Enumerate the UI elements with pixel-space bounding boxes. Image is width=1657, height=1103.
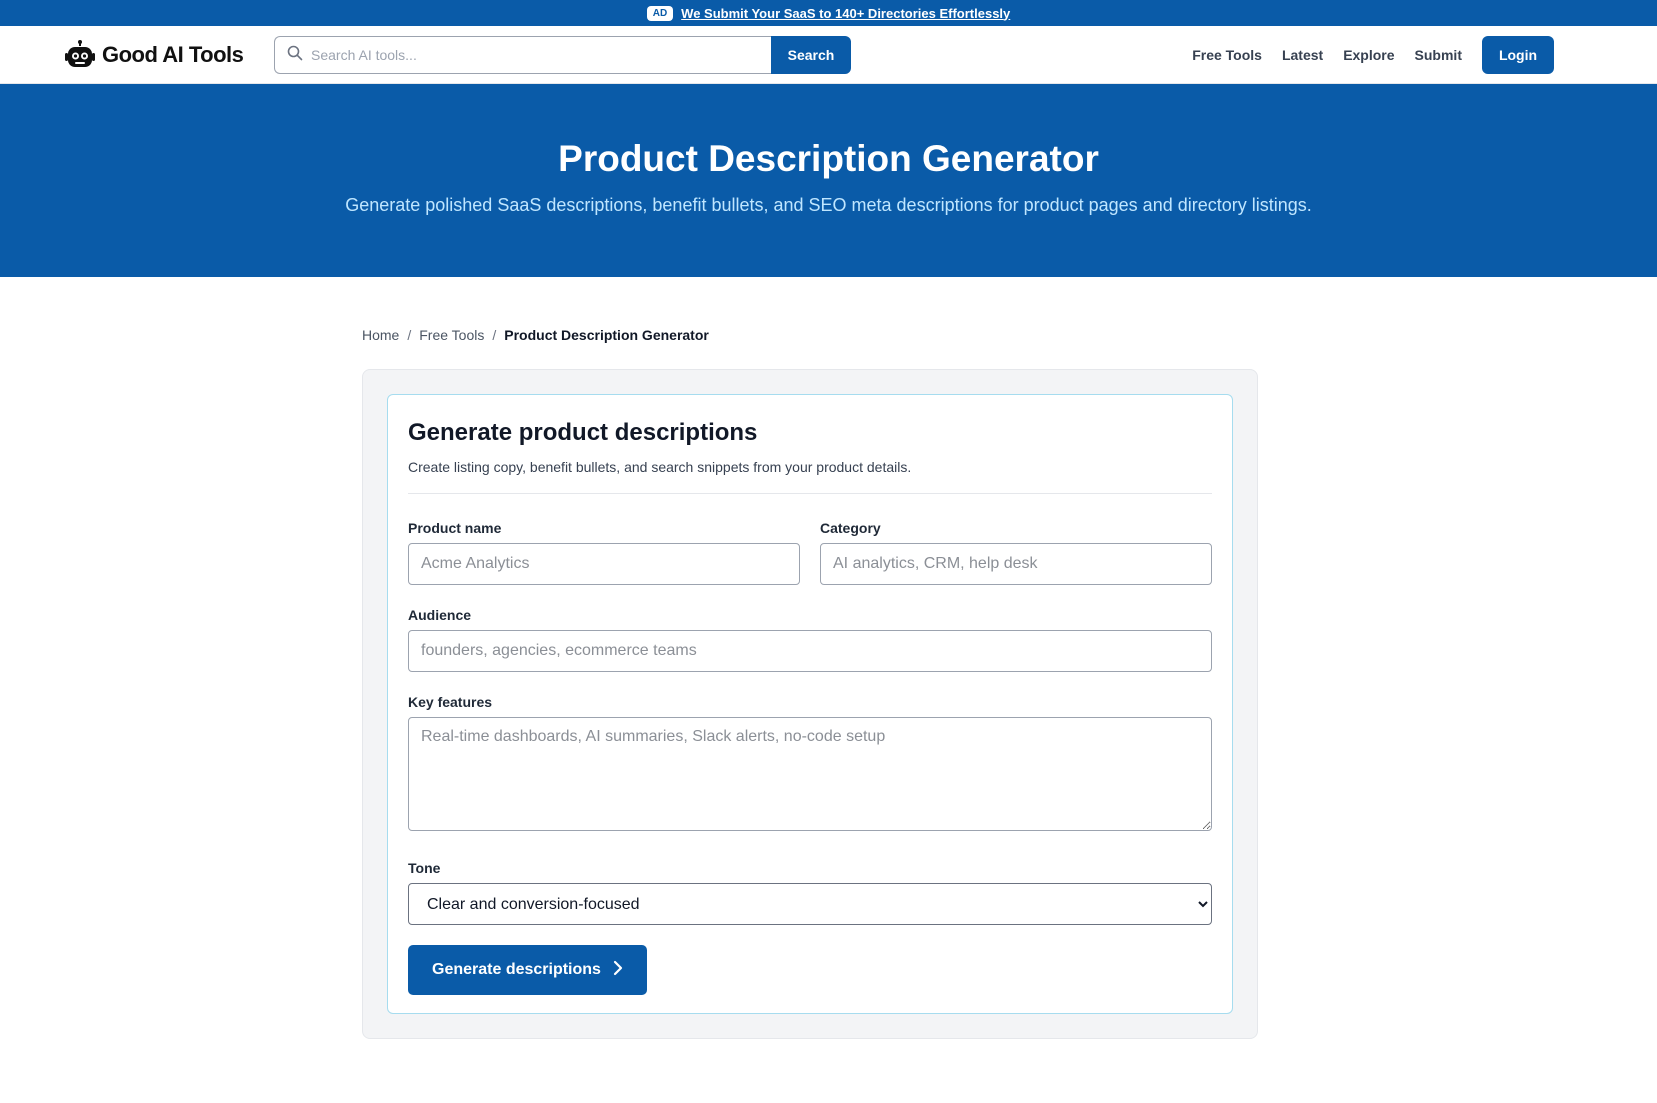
page-subtitle: Generate polished SaaS descriptions, ben… bbox=[345, 195, 1312, 215]
breadcrumb-separator: / bbox=[407, 327, 412, 343]
search-input[interactable] bbox=[311, 47, 751, 63]
search-box bbox=[274, 36, 771, 74]
ad-badge: AD bbox=[646, 5, 674, 21]
divider bbox=[408, 493, 1212, 494]
generate-button-label: Generate descriptions bbox=[432, 961, 601, 978]
key-features-label: Key features bbox=[408, 694, 493, 710]
search-icon bbox=[287, 45, 303, 66]
audience-field-group: Audience bbox=[408, 607, 1212, 672]
chevron-right-icon bbox=[613, 960, 623, 981]
nav-explore[interactable]: Explore bbox=[1343, 47, 1394, 63]
site-header: Good AI Tools Search Free Tools Latest E… bbox=[0, 26, 1657, 84]
nav-free-tools[interactable]: Free Tools bbox=[1192, 47, 1262, 63]
tone-select[interactable]: Clear and conversion-focused bbox=[408, 883, 1212, 925]
audience-label: Audience bbox=[408, 607, 472, 623]
breadcrumb: Home / Free Tools / Product Description … bbox=[362, 327, 709, 343]
login-button[interactable]: Login bbox=[1482, 36, 1554, 74]
nav-latest[interactable]: Latest bbox=[1282, 47, 1323, 63]
generator-form: Generate product descriptions Create lis… bbox=[387, 394, 1233, 1014]
logo[interactable]: Good AI Tools bbox=[64, 39, 244, 71]
category-label: Category bbox=[820, 520, 881, 536]
product-name-label: Product name bbox=[408, 520, 502, 536]
generate-descriptions-button[interactable]: Generate descriptions bbox=[408, 945, 647, 995]
product-name-input[interactable] bbox=[408, 543, 800, 585]
page-title: Product Description Generator bbox=[558, 138, 1099, 179]
key-features-textarea[interactable] bbox=[408, 717, 1212, 831]
breadcrumb-current: Product Description Generator bbox=[504, 327, 709, 343]
tone-label: Tone bbox=[408, 860, 441, 876]
nav-submit[interactable]: Submit bbox=[1415, 47, 1462, 63]
tool-container: Generate product descriptions Create lis… bbox=[362, 369, 1258, 1039]
ad-link[interactable]: We Submit Your SaaS to 140+ Directories … bbox=[681, 6, 1010, 21]
breadcrumb-home[interactable]: Home bbox=[362, 327, 399, 343]
form-row: Product name Category bbox=[408, 520, 1212, 585]
ad-bar: AD We Submit Your SaaS to 140+ Directori… bbox=[0, 0, 1657, 26]
main-nav: Free Tools Latest Explore Submit Login bbox=[1172, 36, 1554, 74]
category-input[interactable] bbox=[820, 543, 1212, 585]
search-bar: Search bbox=[274, 36, 851, 74]
breadcrumb-free-tools[interactable]: Free Tools bbox=[419, 327, 484, 343]
tone-field-group: Tone Clear and conversion-focused bbox=[408, 860, 1212, 925]
category-field-group: Category bbox=[820, 520, 1212, 585]
breadcrumb-separator: / bbox=[492, 327, 497, 343]
logo-text: Good AI Tools bbox=[102, 41, 244, 67]
form-title: Generate product descriptions bbox=[408, 419, 758, 446]
key-features-field-group: Key features bbox=[408, 694, 1212, 836]
search-button[interactable]: Search bbox=[771, 36, 851, 74]
product-name-field-group: Product name bbox=[408, 520, 800, 585]
audience-input[interactable] bbox=[408, 630, 1212, 672]
hero-banner: Product Description Generator Generate p… bbox=[0, 84, 1657, 277]
robot-icon bbox=[64, 39, 96, 71]
form-subtitle: Create listing copy, benefit bullets, an… bbox=[408, 459, 912, 475]
